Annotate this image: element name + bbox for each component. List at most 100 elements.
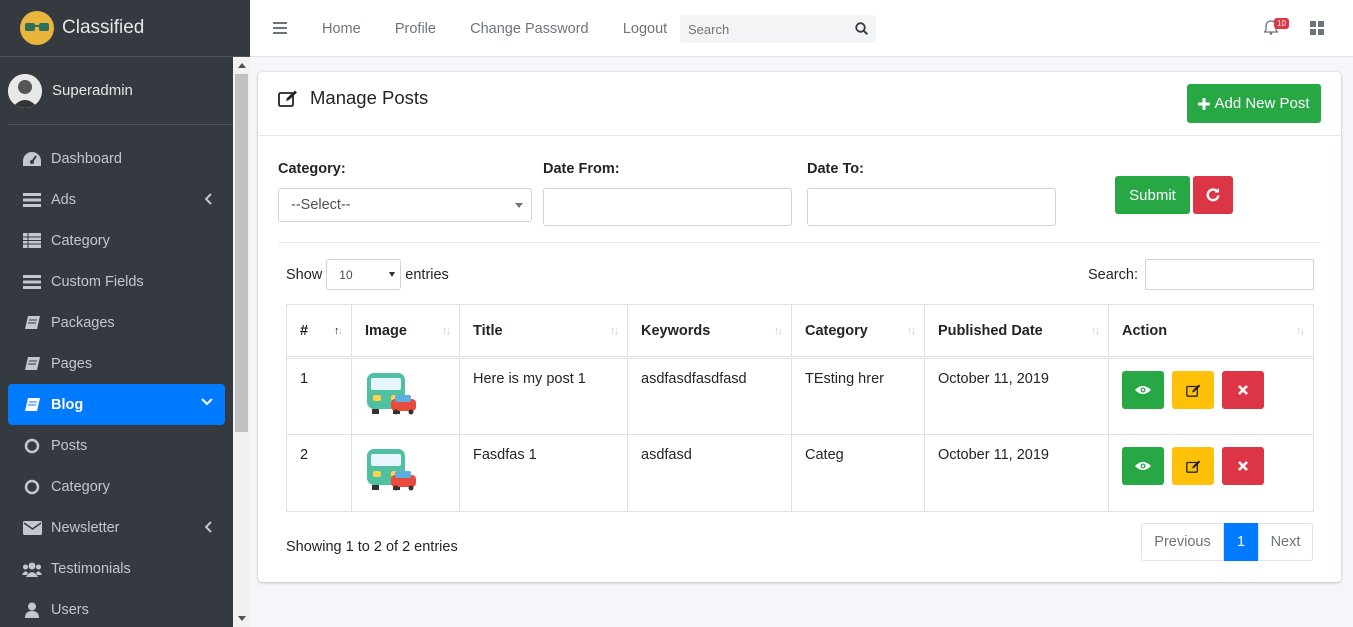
page-title-text: Manage Posts [310, 87, 429, 108]
nav-home-link[interactable]: Home [322, 21, 361, 37]
apps-grid-icon[interactable] [1310, 21, 1324, 35]
sort-icon: ↑↓ [1091, 325, 1100, 337]
column-header-image[interactable]: Image ↑↓ [351, 304, 460, 359]
close-icon [1238, 461, 1248, 471]
scrollbar-thumb[interactable] [235, 74, 248, 432]
sidebar: Classified Superadmin Dashboard Ads Cate… [0, 0, 250, 627]
sidebar-item-testimonials[interactable]: Testimonials [8, 548, 225, 589]
search-input[interactable] [680, 21, 850, 37]
cell-category: TEsting hrer [791, 357, 925, 435]
sidebar-item-newsletter[interactable]: Newsletter [8, 507, 225, 548]
cell-image [351, 434, 460, 512]
cell-date: October 11, 2019 [924, 434, 1109, 512]
category-filter-label: Category: [278, 161, 346, 177]
close-icon [1238, 385, 1248, 395]
sort-asc-icon: ↑↓ [334, 325, 343, 337]
entries-label: entries [405, 266, 449, 283]
edit-button[interactable] [1172, 447, 1214, 485]
search-icon[interactable] [855, 22, 868, 35]
table-search: Search: [1088, 259, 1314, 290]
next-page-button[interactable]: Next [1258, 523, 1313, 561]
category-select[interactable]: --Select-- [278, 188, 532, 222]
column-header-published-date[interactable]: Published Date ↑↓ [924, 304, 1109, 359]
chevron-left-icon [205, 521, 213, 533]
sidebar-item-label: Ads [51, 191, 76, 208]
bars-icon [22, 191, 42, 209]
delete-button[interactable] [1222, 371, 1264, 409]
sidebar-item-ads[interactable]: Ads [8, 179, 225, 220]
cell-image [351, 357, 460, 435]
book-icon [22, 314, 42, 332]
post-thumbnail-bus-icon [365, 447, 446, 491]
column-header-number[interactable]: # ↑↓ [286, 304, 352, 359]
column-header-category[interactable]: Category ↑↓ [791, 304, 925, 359]
sidebar-item-label: Dashboard [51, 150, 122, 167]
filter-divider [278, 242, 1321, 243]
sort-icon: ↑↓ [907, 325, 916, 337]
sidebar-item-custom-fields[interactable]: Custom Fields [8, 261, 225, 302]
column-header-action[interactable]: Action ↑↓ [1108, 304, 1314, 359]
envelope-icon [22, 519, 42, 537]
book-icon [22, 396, 42, 414]
page-length-value: 10 [339, 268, 353, 282]
sidebar-item-blog[interactable]: Blog [8, 384, 225, 425]
sidebar-item-posts[interactable]: Posts [8, 425, 225, 466]
column-header-keywords[interactable]: Keywords ↑↓ [627, 304, 792, 359]
page-length-select[interactable]: 10 [326, 259, 402, 290]
sort-icon: ↑↓ [610, 325, 619, 337]
sidebar-item-packages[interactable]: Packages [8, 302, 225, 343]
cell-category: Categ [791, 434, 925, 512]
view-button[interactable] [1122, 371, 1164, 409]
sidebar-item-label: Blog [51, 396, 84, 413]
sidebar-item-pages[interactable]: Pages [8, 343, 225, 384]
date-from-label: Date From: [543, 161, 620, 177]
cell-title: Fasdfas 1 [459, 434, 628, 512]
table-row: 1 Here is my post 1 asdfasdfasdfasd TEst… [286, 357, 1314, 435]
sidebar-item-label: Testimonials [51, 560, 131, 577]
nav-change-password-link[interactable]: Change Password [470, 21, 589, 37]
cell-keywords: asdfasd [627, 434, 792, 512]
top-navbar: Home Profile Change Password Logout 10 [250, 0, 1353, 57]
user-panel[interactable]: Superadmin [8, 57, 234, 125]
caret-down-icon [515, 203, 523, 208]
delete-button[interactable] [1222, 447, 1264, 485]
scroll-up-icon[interactable] [233, 57, 250, 74]
page-1-button[interactable]: 1 [1224, 523, 1258, 561]
notification-badge: 10 [1274, 18, 1289, 29]
add-new-post-label: Add New Post [1214, 95, 1310, 112]
column-header-title[interactable]: Title ↑↓ [459, 304, 628, 359]
sidebar-item-users[interactable]: Users [8, 589, 225, 627]
page-title: Manage Posts [278, 87, 428, 109]
sidebar-item-label: Users [51, 601, 89, 618]
caret-down-icon [389, 272, 396, 277]
view-button[interactable] [1122, 447, 1164, 485]
edit-button[interactable] [1172, 371, 1214, 409]
date-from-input[interactable] [543, 188, 792, 226]
refresh-icon [1206, 188, 1220, 202]
sidebar-item-blog-category[interactable]: Category [8, 466, 225, 507]
add-new-post-button[interactable]: Add New Post [1187, 84, 1321, 123]
sidebar-item-label: Category [51, 232, 110, 249]
date-to-label: Date To: [807, 161, 864, 177]
sidebar-item-label: Posts [51, 437, 88, 454]
chevron-left-icon [205, 193, 213, 205]
scroll-down-icon[interactable] [233, 610, 250, 627]
sidebar-item-category[interactable]: Category [8, 220, 225, 261]
brand[interactable]: Classified [0, 0, 250, 57]
menu-toggle-icon[interactable] [273, 22, 287, 34]
sidebar-item-dashboard[interactable]: Dashboard [8, 138, 225, 179]
list-icon [22, 232, 42, 250]
eye-icon [1135, 461, 1151, 471]
table-search-input[interactable] [1144, 259, 1314, 290]
nav-logout-link[interactable]: Logout [623, 21, 667, 37]
date-to-input[interactable] [807, 188, 1056, 226]
pagination: Previous 1 Next [1141, 523, 1313, 561]
reset-button[interactable] [1193, 176, 1233, 214]
sidebar-item-label: Category [51, 478, 110, 495]
sidebar-scrollbar[interactable] [233, 57, 250, 627]
submit-button[interactable]: Submit [1115, 176, 1190, 214]
nav-profile-link[interactable]: Profile [395, 21, 436, 37]
chevron-down-icon [201, 398, 213, 406]
eye-icon [1135, 385, 1151, 395]
previous-page-button[interactable]: Previous [1141, 523, 1224, 561]
